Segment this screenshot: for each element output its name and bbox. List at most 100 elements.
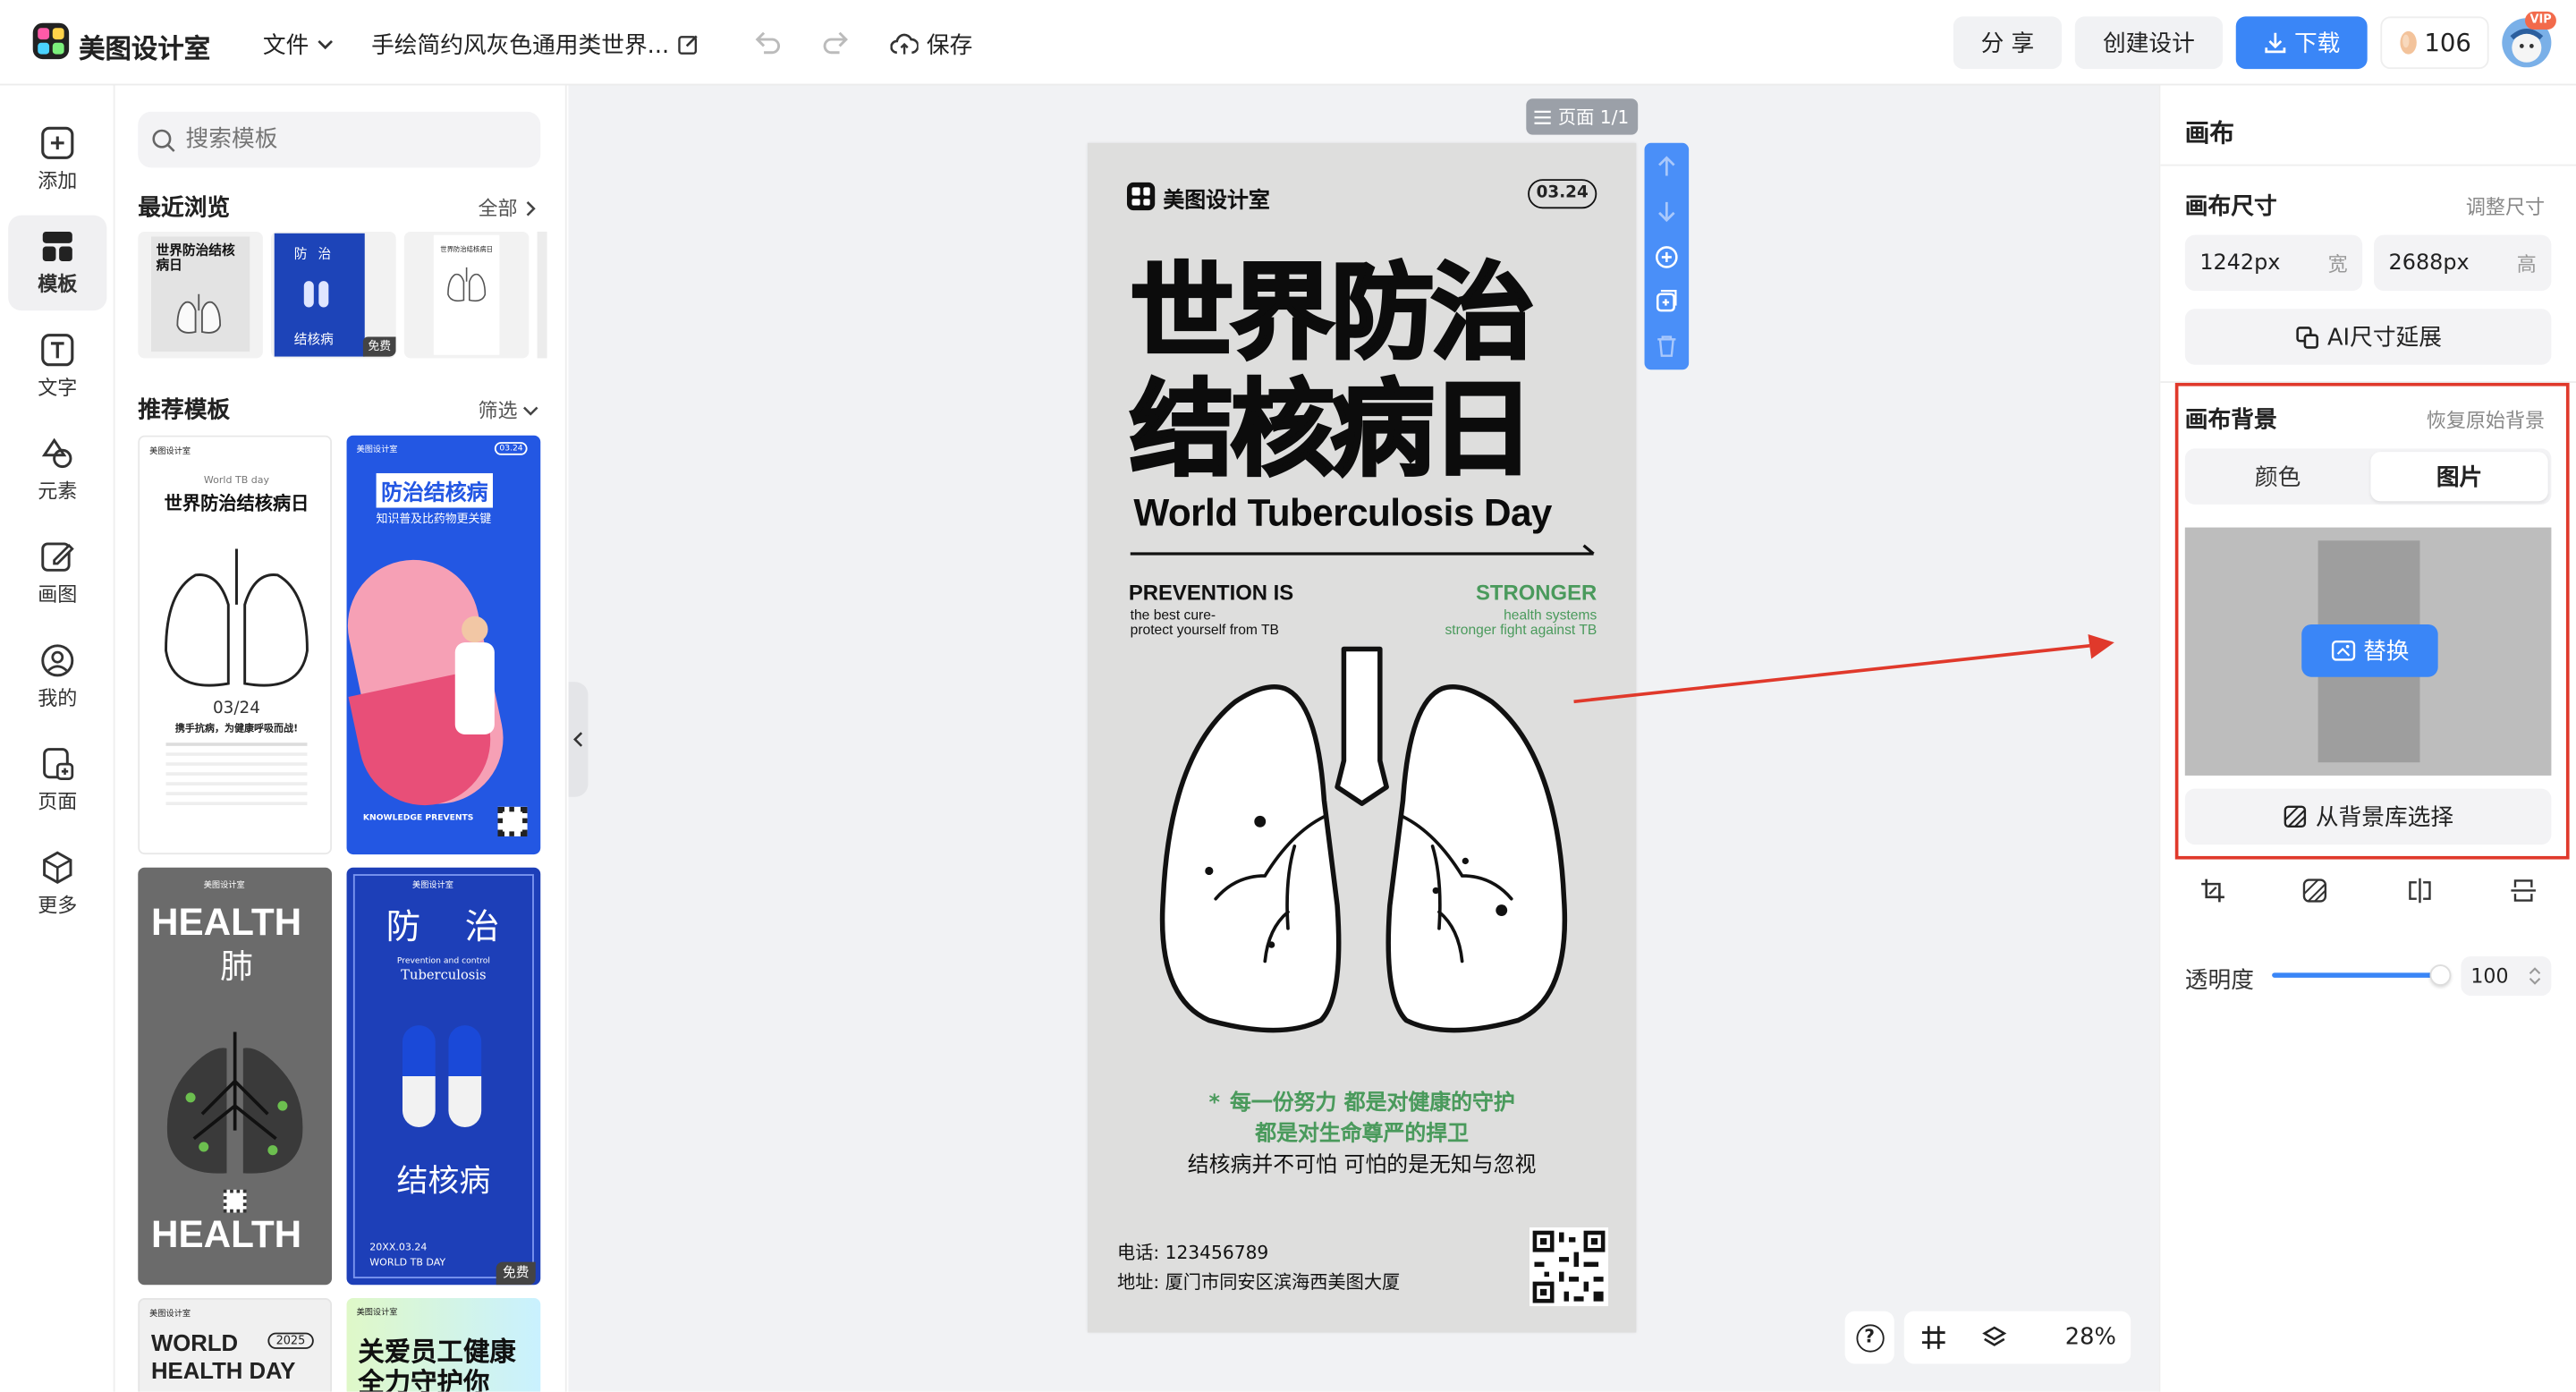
template-card[interactable]: 美图设计室 WORLD 2025 HEALTH DAY xyxy=(138,1297,333,1392)
restore-bg-link[interactable]: 恢复原始背景 xyxy=(2427,406,2545,434)
undo-icon[interactable] xyxy=(752,30,782,55)
card-bottom-title: HEALTH xyxy=(150,1212,302,1256)
tab-image[interactable]: 图片 xyxy=(2370,452,2548,502)
tab-color[interactable]: 颜色 xyxy=(2188,452,2367,501)
template-card[interactable]: 美图设计室 World TB day 世界防治结核病日 03/24 携手抗病，为… xyxy=(138,435,333,855)
card-brand: 美图设计室 xyxy=(356,445,398,455)
poster-canvas[interactable]: 美图设计室 03.24 世界防治 结核病日 World Tuberculosis… xyxy=(1087,142,1637,1333)
card-title: 世界防治结核病日 xyxy=(164,493,309,514)
save-button[interactable]: 保存 xyxy=(890,28,972,61)
filter-dropdown[interactable]: 筛选 xyxy=(478,396,538,424)
ai-size-extend-button[interactable]: AI尺寸延展 xyxy=(2184,309,2552,365)
rail-item-draw[interactable]: 画图 xyxy=(8,526,106,622)
app-name: 美图设计室 xyxy=(79,32,211,64)
grid-hash-icon[interactable] xyxy=(1920,1324,1946,1350)
template-card[interactable]: 美图设计室 关爱员工健康 全力守护你 xyxy=(346,1297,541,1392)
recent-template-1[interactable]: 世界防治结核病日 xyxy=(138,231,263,359)
search-icon xyxy=(152,128,175,151)
opacity-slider[interactable] xyxy=(2272,964,2452,987)
doc-title-text: 手绘简约风灰色通用类世界... xyxy=(371,32,670,60)
recent-template-2[interactable]: 防 治 结核病 免费 xyxy=(271,231,396,359)
opacity-slider-knob[interactable] xyxy=(2429,964,2452,987)
move-down-icon[interactable] xyxy=(1655,199,1680,224)
collapse-panel-handle[interactable] xyxy=(568,682,589,797)
adjust-size-link[interactable]: 调整尺寸 xyxy=(2466,192,2545,220)
height-unit: 高 xyxy=(2516,251,2537,276)
card-title: HEALTH xyxy=(150,900,302,944)
replace-button[interactable]: 替换 xyxy=(2301,624,2438,677)
poster-brand: 美图设计室 xyxy=(1163,189,1270,214)
lungs-icon xyxy=(447,267,487,302)
download-button[interactable]: 下载 xyxy=(2235,16,2368,70)
template-panel: 最近浏览 全部 世界防治结核病日 防 治 结核病 免费 世界防治结核病日 推荐模… xyxy=(116,85,567,1392)
card-line-1: WORLD xyxy=(150,1328,239,1356)
template-card[interactable]: 美图设计室 03.24 防治结核病 知识普及比药物更关键 KNOWLEDGE P… xyxy=(346,435,541,855)
template-card[interactable]: 美图设计室 HEALTH 肺 HEALTH xyxy=(138,867,333,1286)
opacity-input[interactable]: 100 xyxy=(2461,955,2552,997)
poster-slogan-1: * 每一份努力 都是对健康的守护 xyxy=(1088,1084,1636,1116)
rail-item-text[interactable]: 文字 xyxy=(8,318,106,414)
user-icon xyxy=(41,644,74,677)
rail-item-add[interactable]: 添加 xyxy=(8,112,106,208)
doc-title[interactable]: 手绘简约风灰色通用类世界... xyxy=(371,28,700,61)
width-value: 1242px xyxy=(2199,250,2281,276)
template-card[interactable]: 美图设计室 防 治 Prevention and control Tubercu… xyxy=(346,867,541,1286)
recent-template-3[interactable]: 世界防治结核病日 xyxy=(403,231,530,359)
filter-tool[interactable] xyxy=(2301,878,2327,911)
height-field[interactable]: 2688px 高 xyxy=(2374,234,2552,292)
zoom-level[interactable]: 28% xyxy=(2065,1324,2116,1350)
layers-icon[interactable] xyxy=(1981,1324,2007,1350)
chevron-right-icon xyxy=(526,200,536,216)
list-icon xyxy=(1535,109,1552,123)
plus-square-icon xyxy=(41,126,74,159)
rail-item-pages[interactable]: 页面 xyxy=(8,733,106,828)
opacity-value: 100 xyxy=(2470,964,2509,988)
from-bg-library-label: 从背景库选择 xyxy=(2315,804,2454,832)
rail-item-mine[interactable]: 我的 xyxy=(8,629,106,725)
flip-vertical-tool[interactable] xyxy=(2510,878,2536,911)
share-button[interactable]: 分 享 xyxy=(1953,16,2063,70)
create-design-button[interactable]: 创建设计 xyxy=(2074,16,2224,70)
card-brand: 美图设计室 xyxy=(356,1308,398,1319)
card-small-text: World TB day xyxy=(203,474,270,487)
move-up-icon[interactable] xyxy=(1655,155,1680,180)
poster-phone: 电话: 123456789 xyxy=(1116,1242,1269,1264)
bg-type-tabs: 颜色 图片 xyxy=(2184,448,2552,505)
stepper-icon[interactable] xyxy=(2529,966,2542,986)
page-toolbar xyxy=(1644,142,1690,370)
search-box[interactable] xyxy=(138,111,541,168)
duplicate-page-icon[interactable] xyxy=(1655,289,1680,314)
rail-label: 元素 xyxy=(38,480,78,504)
recent-all-link[interactable]: 全部 xyxy=(478,194,538,222)
texture-icon xyxy=(2283,805,2306,828)
page-indicator[interactable]: 页面 1/1 xyxy=(1526,98,1639,135)
search-input[interactable] xyxy=(185,126,514,153)
help-button[interactable]: ? xyxy=(1844,1311,1894,1364)
credits-button[interactable]: 106 xyxy=(2380,16,2489,70)
cube-icon xyxy=(43,851,72,884)
width-field[interactable]: 1242px 宽 xyxy=(2184,234,2363,292)
rail-item-more[interactable]: 更多 xyxy=(8,836,106,932)
pencil-edit-icon xyxy=(41,542,74,572)
rail-item-elements[interactable]: 元素 xyxy=(8,422,106,518)
rail-label: 页面 xyxy=(38,790,78,814)
recommend-title: 推荐模板 xyxy=(138,397,231,424)
filter-label: 筛选 xyxy=(478,399,518,423)
poster-title-en: World Tuberculosis Day xyxy=(1133,491,1552,534)
crop-tool[interactable] xyxy=(2199,878,2225,911)
card-title-2: 治 xyxy=(464,906,500,946)
file-menu[interactable]: 文件 xyxy=(263,28,335,61)
annotation-arrow-icon xyxy=(1573,633,2114,704)
rail-item-templates[interactable]: 模板 xyxy=(8,215,107,311)
card-year: 2025 xyxy=(267,1332,314,1349)
chevron-down-icon xyxy=(523,405,538,415)
delete-page-icon[interactable] xyxy=(1655,334,1680,359)
redo-icon[interactable] xyxy=(821,30,851,55)
poster-slogan-2: 都是对生命尊严的捍卫 xyxy=(1255,1122,1470,1148)
flip-horizontal-tool[interactable] xyxy=(2407,878,2433,911)
height-value: 2688px xyxy=(2388,250,2470,276)
qr-code-icon xyxy=(1529,1227,1609,1307)
from-bg-library-button[interactable]: 从背景库选择 xyxy=(2184,788,2552,845)
add-page-icon[interactable] xyxy=(1655,245,1680,270)
card-line-2: HEALTH DAY xyxy=(150,1357,296,1384)
